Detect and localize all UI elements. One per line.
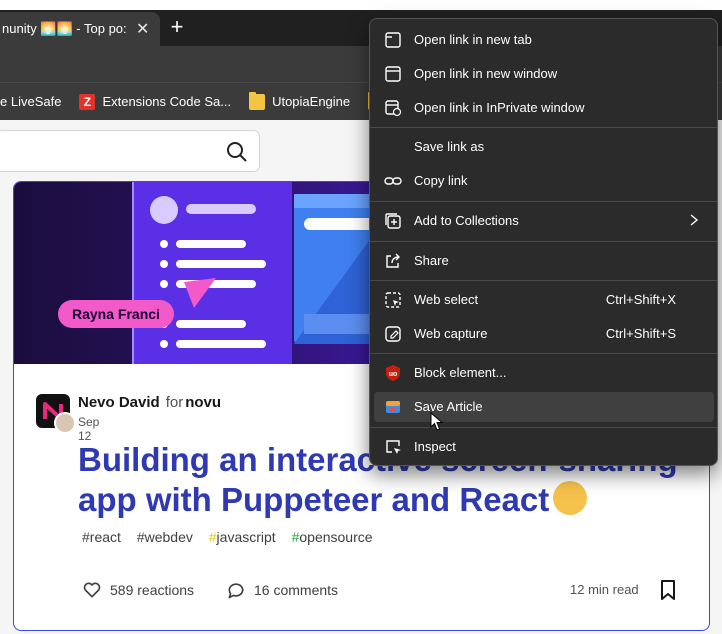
z-logo-icon: Z	[79, 93, 96, 110]
reactions-count: 589 reactions	[110, 582, 195, 598]
menu-item-label: Open link in new window	[414, 66, 558, 81]
post-date: Sep 12	[78, 415, 100, 443]
comments-count: 16 comments	[254, 582, 339, 598]
menu-item-web-select[interactable]: Web select Ctrl+Shift+X	[374, 285, 714, 315]
author-for: for	[165, 394, 184, 411]
article-stats: 589 reactions 16 comments 12 min read	[82, 577, 682, 603]
mouse-pointer-icon	[430, 412, 444, 431]
menu-item-shortcut: Ctrl+Shift+X	[605, 292, 676, 307]
exploding-head-emoji-icon	[553, 481, 588, 516]
menu-separator	[370, 280, 717, 281]
menu-separator	[370, 201, 717, 202]
menu-item-label: Web select	[414, 292, 479, 307]
organization-name[interactable]: novu	[185, 394, 221, 411]
favorite-label: UtopiaEngine	[272, 94, 351, 109]
comments-button[interactable]: 16 comments	[226, 577, 338, 603]
new-tab-icon[interactable]: +	[166, 16, 188, 38]
tag-label: javascript	[216, 529, 276, 545]
menu-item-label: Add to Collections	[414, 213, 519, 228]
search-input[interactable]	[0, 130, 260, 172]
menu-item-open-new-window[interactable]: Open link in new window	[374, 59, 714, 89]
tag-label: opensource	[299, 529, 373, 545]
menu-separator	[370, 241, 717, 242]
menu-item-open-new-tab[interactable]: Open link in new tab	[374, 25, 714, 55]
new-window-icon	[385, 66, 401, 82]
favorite-label: e LiveSafe	[0, 94, 62, 109]
tag-webdev[interactable]: #webdev	[137, 529, 193, 545]
cover-name-pill: Rayna Franci	[58, 300, 174, 328]
menu-item-block-element[interactable]: uo Block element...	[374, 358, 714, 388]
ublock-icon: uo	[386, 365, 400, 381]
menu-item-label: Block element...	[414, 365, 507, 380]
tag-react[interactable]: #react	[82, 529, 121, 545]
menu-item-save-link-as[interactable]: Save link as	[374, 132, 714, 162]
comment-icon	[228, 583, 244, 599]
inspect-icon	[386, 440, 401, 454]
menu-item-save-article[interactable]: Save Article	[374, 392, 714, 422]
menu-item-label: Save link as	[414, 139, 485, 154]
read-time: 12 min read	[570, 582, 639, 597]
web-capture-icon	[385, 326, 401, 342]
menu-item-label: Inspect	[414, 439, 456, 454]
author-name[interactable]: Nevo David	[78, 394, 160, 411]
menu-separator	[370, 127, 717, 128]
folder-icon	[249, 91, 266, 110]
menu-item-shortcut: Ctrl+Shift+S	[605, 326, 676, 341]
share-icon	[386, 253, 400, 268]
favorite-utopiaengine[interactable]: UtopiaEngine	[249, 91, 351, 110]
menu-item-web-capture[interactable]: Web capture Ctrl+Shift+S	[374, 319, 714, 349]
menu-item-share[interactable]: Share	[374, 246, 714, 276]
menu-item-add-to-collections[interactable]: Add to Collections	[374, 206, 714, 236]
cover-panel	[132, 182, 292, 364]
web-select-icon	[385, 292, 401, 308]
heart-icon	[83, 582, 101, 598]
link-icon	[384, 177, 402, 185]
menu-item-label: Save Article	[414, 399, 483, 414]
collections-icon	[385, 213, 401, 229]
menu-item-open-inprivate[interactable]: Open link in InPrivate window	[374, 93, 714, 123]
window-top-strip	[0, 0, 722, 10]
author-avatar[interactable]	[54, 412, 76, 434]
menu-item-inspect[interactable]: Inspect	[374, 432, 714, 462]
menu-separator	[370, 353, 717, 354]
reactions-button[interactable]: 589 reactions	[82, 577, 194, 603]
close-tab-icon[interactable]: ✕	[136, 19, 149, 39]
context-menu: Open link in new tab Open link in new wi…	[369, 18, 718, 466]
search-icon[interactable]	[225, 140, 249, 164]
save-article-icon	[386, 401, 400, 413]
author-line: Nevo David for novu	[78, 394, 221, 411]
cover-illustration	[150, 196, 266, 348]
menu-item-label: Open link in new tab	[414, 32, 532, 47]
menu-item-copy-link[interactable]: Copy link	[374, 166, 714, 196]
tab-title: nunity 🌅🌅 - Top po:	[2, 21, 127, 36]
new-tab-icon	[385, 32, 401, 48]
favorite-label: Extensions Code Sa...	[102, 94, 232, 109]
menu-item-label: Web capture	[414, 326, 488, 341]
tag-opensource[interactable]: #opensource	[292, 529, 373, 545]
menu-separator	[370, 427, 717, 428]
menu-item-label: Open link in InPrivate window	[414, 100, 585, 115]
chevron-right-icon	[690, 214, 699, 226]
svg-text:uo: uo	[389, 371, 398, 378]
tag-hash: #	[208, 529, 217, 545]
inprivate-icon	[385, 100, 402, 117]
favorite-livesafe[interactable]: e LiveSafe	[0, 94, 61, 109]
tag-list: #react #webdev #javascript #opensource	[82, 529, 385, 545]
favorite-extensions-code[interactable]: Z Extensions Code Sa...	[79, 93, 232, 110]
menu-item-label: Copy link	[414, 173, 468, 188]
bookmark-icon[interactable]	[658, 579, 678, 601]
tag-javascript[interactable]: #javascript	[209, 529, 276, 545]
active-tab[interactable]: nunity 🌅🌅 - Top po: ✕	[0, 12, 160, 46]
menu-item-label: Share	[414, 253, 449, 268]
